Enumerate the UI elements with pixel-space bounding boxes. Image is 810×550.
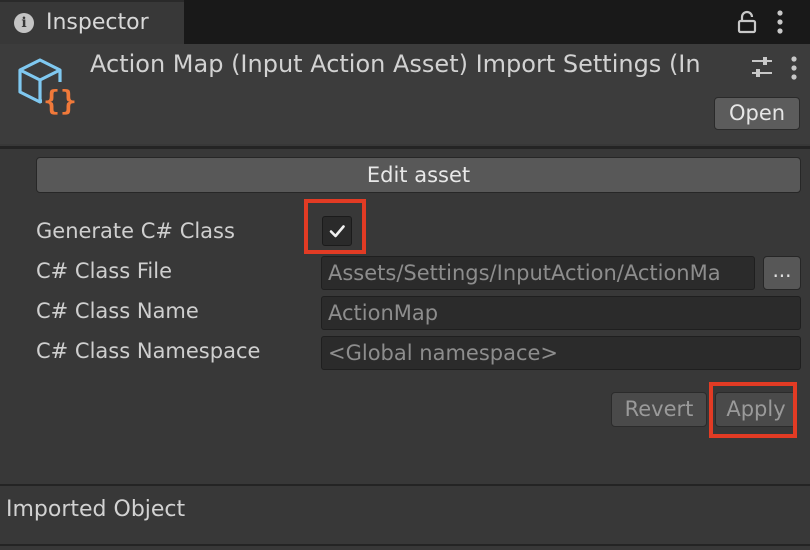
header-divider [0,146,810,149]
class-name-label: C# Class Name [36,299,199,323]
tab-title: Inspector [46,10,149,35]
info-icon: i [14,13,34,33]
class-file-label: C# Class File [36,259,172,283]
svg-text:{}: {} [43,84,77,116]
more-options-icon[interactable] [770,8,790,36]
lock-icon[interactable] [736,10,758,34]
bottom-divider [0,544,810,546]
open-button[interactable]: Open [714,97,800,130]
highlight-box-checkbox [304,199,366,254]
section-divider [0,484,810,486]
generate-class-label: Generate C# Class [36,219,235,243]
tab-inspector[interactable]: i Inspector [0,0,184,44]
edit-asset-button[interactable]: Edit asset [36,157,801,193]
sliders-icon[interactable] [750,54,774,80]
class-namespace-field[interactable]: <Global namespace> [321,336,801,370]
class-namespace-label: C# Class Namespace [36,339,261,363]
input-action-asset-icon: {} [18,58,78,116]
revert-button[interactable]: Revert [611,392,707,427]
browse-button[interactable]: ... [763,256,801,290]
highlight-box-apply [709,382,797,438]
class-file-field[interactable]: Assets/Settings/InputAction/ActionMa [321,256,755,290]
header-title: Action Map (Input Action Asset) Import S… [90,50,701,78]
imported-object-title: Imported Object [6,497,186,522]
class-name-field[interactable]: ActionMap [321,296,801,330]
header-more-options-icon[interactable] [786,54,802,82]
